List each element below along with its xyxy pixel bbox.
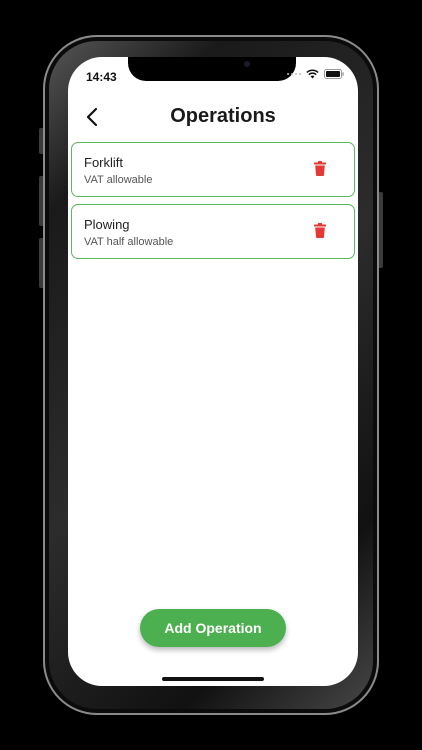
- signal-icon: [287, 73, 301, 75]
- phone-screen: 14:43 Operations Forklift VAT allowable …: [68, 57, 358, 686]
- home-indicator: [162, 677, 264, 681]
- page-title: Operations: [170, 105, 276, 127]
- operation-name: Forklift: [84, 155, 123, 170]
- delete-button[interactable]: [314, 223, 326, 243]
- operation-vat: VAT half allowable: [84, 236, 174, 248]
- operation-card-forklift[interactable]: Forklift VAT allowable: [71, 142, 355, 197]
- operation-name: Plowing: [84, 217, 130, 232]
- status-indicators: [287, 69, 344, 79]
- operations-list: Forklift VAT allowable Plowing VAT half …: [71, 142, 355, 266]
- wifi-icon: [306, 69, 319, 79]
- notch: [128, 57, 296, 81]
- operation-vat: VAT allowable: [84, 174, 153, 186]
- camera-dot: [244, 61, 250, 67]
- status-time: 14:43: [86, 70, 117, 84]
- delete-button[interactable]: [314, 161, 326, 181]
- add-operation-button[interactable]: Add Operation: [140, 609, 286, 647]
- operation-card-plowing[interactable]: Plowing VAT half allowable: [71, 204, 355, 259]
- stage: 14:43 Operations Forklift VAT allowable …: [0, 0, 422, 750]
- trash-icon: [314, 161, 326, 176]
- battery-icon: [324, 69, 344, 79]
- trash-icon: [314, 223, 326, 238]
- header: Operations: [68, 101, 358, 133]
